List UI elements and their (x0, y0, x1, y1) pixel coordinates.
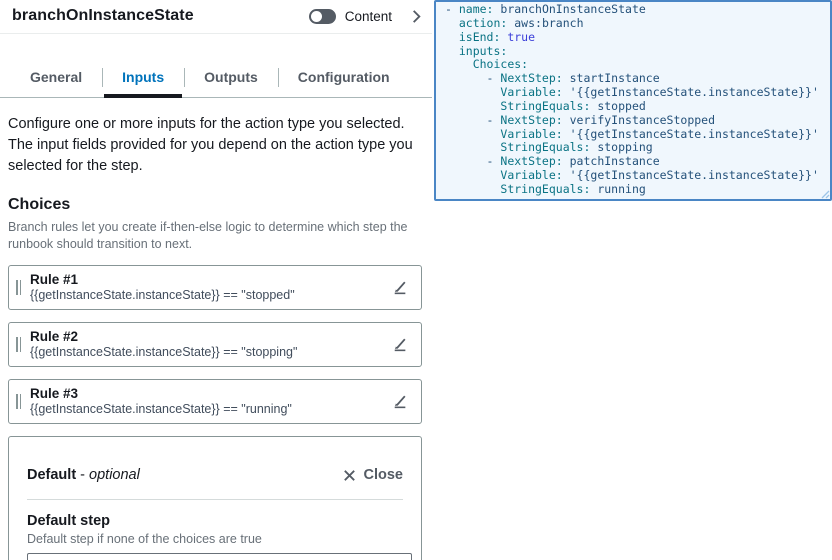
edit-pencil-icon (391, 393, 408, 410)
default-step-label: Default step (27, 513, 403, 529)
rule-expression: {{getInstanceState.instanceState}} == "s… (30, 288, 383, 303)
rule-title: Rule #1 (30, 272, 383, 288)
default-section-title: Default - optional (27, 467, 140, 483)
rules-list: Rule #1 {{getInstanceState.instanceState… (8, 265, 422, 424)
drag-handle-icon[interactable] (16, 394, 21, 409)
toggle-knob (311, 11, 322, 22)
rule-title: Rule #3 (30, 386, 383, 402)
inputs-intro-text: Configure one or more inputs for the act… (8, 114, 422, 177)
edit-rule-button[interactable] (391, 393, 408, 410)
choices-heading: Choices (8, 196, 422, 214)
yaml-code-content: - name: branchOnInstanceState action: aw… (436, 2, 830, 199)
divider (27, 499, 403, 500)
tab-general[interactable]: General (10, 60, 102, 97)
panel-header: branchOnInstanceState Content (0, 0, 432, 34)
edit-rule-button[interactable] (391, 279, 408, 296)
tab-outputs[interactable]: Outputs (184, 60, 278, 97)
resize-handle-icon[interactable] (820, 189, 830, 199)
drag-handle-icon[interactable] (16, 337, 21, 352)
rule-card-2: Rule #2 {{getInstanceState.instanceState… (8, 322, 422, 367)
drag-handle-icon[interactable] (16, 280, 21, 295)
yaml-code-editor[interactable]: - name: branchOnInstanceState action: aw… (434, 0, 832, 201)
default-step-description: Default step if none of the choices are … (27, 532, 403, 546)
rule-expression: {{getInstanceState.instanceState}} == "r… (30, 402, 383, 417)
default-step-select[interactable]: Go to end (27, 553, 412, 560)
step-title: branchOnInstanceState (12, 7, 194, 25)
step-settings-panel: branchOnInstanceState Content General In… (0, 0, 432, 560)
rule-expression: {{getInstanceState.instanceState}} == "s… (30, 345, 383, 360)
default-section-card: Default - optional Close Default step De… (8, 436, 422, 560)
close-default-button[interactable]: Close (342, 467, 404, 483)
edit-pencil-icon (391, 279, 408, 296)
close-x-icon (342, 468, 357, 483)
edit-rule-button[interactable] (391, 336, 408, 353)
edit-pencil-icon (391, 336, 408, 353)
rule-title: Rule #2 (30, 329, 383, 345)
tab-configuration[interactable]: Configuration (278, 60, 410, 97)
rule-card-3: Rule #3 {{getInstanceState.instanceState… (8, 379, 422, 424)
chevron-right-icon (409, 9, 424, 24)
step-tabs: General Inputs Outputs Configuration (0, 60, 432, 98)
rule-card-1: Rule #1 {{getInstanceState.instanceState… (8, 265, 422, 310)
choices-description: Branch rules let you create if-then-else… (8, 219, 408, 253)
content-toggle[interactable] (309, 9, 336, 24)
content-toggle-label: Content (345, 9, 392, 24)
tab-inputs[interactable]: Inputs (102, 60, 184, 97)
collapse-panel-button[interactable] (409, 9, 424, 24)
